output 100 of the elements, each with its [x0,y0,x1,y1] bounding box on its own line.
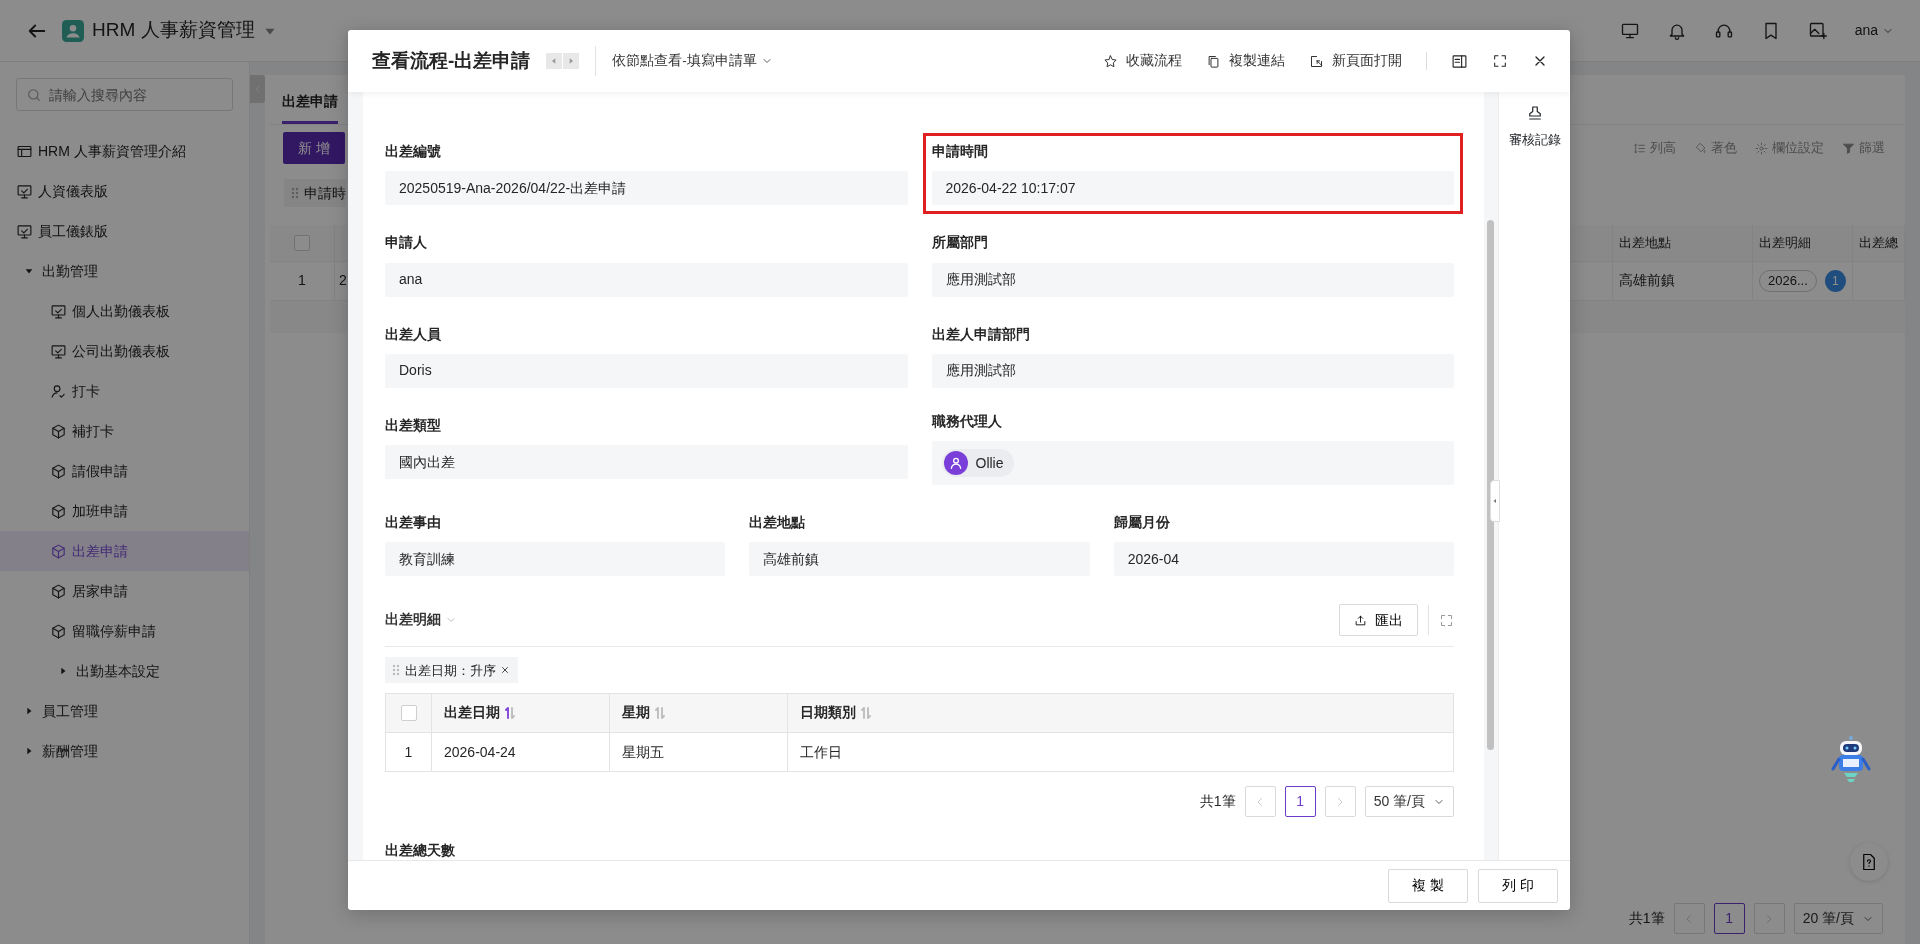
total-count: 共1筆 [1628,909,1665,928]
sidebar-item[interactable]: 人資儀表版 [0,171,249,211]
copy-link-button[interactable]: 複製連結 [1206,50,1285,72]
upload-icon [1354,613,1367,627]
gear-icon [1755,141,1768,155]
cube-icon [50,542,67,560]
page-size-select[interactable]: 20 筆/頁 [1793,903,1883,934]
expand-icon[interactable] [1492,53,1508,69]
field-value: 20250519-Ana-2026/04/22-出差申請 [385,171,908,206]
sidebar-item[interactable]: 請假申請 [0,451,249,491]
sidebar-item[interactable]: 個人出勤儀表板 [0,291,249,331]
audit-log-button[interactable]: 審核記錄 [1508,104,1561,150]
page-size-select[interactable]: 50 筆/頁 [1364,786,1454,818]
search-icon [26,87,42,103]
sort-chip[interactable]: 申請時 [284,179,346,207]
field-label: 歸屬月份 [1113,514,1171,532]
total-count: 共1筆 [1199,792,1236,812]
add-button[interactable]: 新 增 [283,132,345,164]
previous-page-button[interactable] [1244,786,1276,818]
print-button[interactable]: 列 印 [1478,868,1558,903]
field-label: 出差編號 [385,143,442,161]
favorite-button[interactable]: 收藏流程 [1103,50,1182,72]
field-label: 出差事由 [385,514,442,532]
sort-icon[interactable] [504,706,516,721]
monitor-check-icon [50,302,67,320]
scrollbar-thumb[interactable] [1487,220,1494,750]
cube-icon [50,502,67,520]
drag-handle-icon [290,186,300,200]
field-value: 應用測試部 [931,262,1454,297]
sidebar-item[interactable]: 出勤基本設定 [0,651,249,691]
collapse-button[interactable] [1490,480,1500,522]
field-value: 2026-04-22 10:17:07 [931,171,1454,206]
section-toggle[interactable]: 出差明細 [385,610,457,631]
field-label: 職務代理人 [931,412,1003,431]
drag-handle-icon [391,663,401,678]
copy-button[interactable]: 複 製 [1388,868,1468,903]
file-question-icon [1861,853,1877,871]
cube-icon [50,462,67,480]
sidebar-item[interactable]: 出差申請 [0,531,249,571]
open-new-page-button[interactable]: 新頁面打開 [1309,50,1402,72]
sidebar-item[interactable]: 打卡 [0,371,249,411]
field-label: 出差類型 [385,416,442,435]
field-value: 教育訓練 [385,542,726,577]
field-value: Doris [385,353,908,388]
sidebar-item[interactable]: 居家申請 [0,571,249,611]
logo-icon [62,19,84,42]
column-header: 出差明細 [1753,225,1853,261]
person-tag: Ollie [941,449,1014,477]
next-page-button[interactable] [1324,786,1356,818]
next-button[interactable] [563,53,580,69]
checkbox[interactable] [400,705,417,722]
filter-icon [1842,141,1855,155]
column-header: 出差地點 [1613,225,1753,261]
table-cell: 1 [270,262,335,300]
field-value: 高雄前鎮 [749,542,1090,577]
row-height-icon [1633,141,1646,155]
external-link-icon [1309,53,1324,69]
monitor-check-icon [16,222,33,240]
count-badge: 1 [1824,270,1846,292]
field-value: 應用測試部 [931,353,1454,388]
sidebar-item[interactable]: 公司出勤儀表板 [0,331,249,371]
table-cell: 2026-04-24 [432,733,610,772]
cube-icon [50,422,67,440]
column-header: 日期類別 [800,704,856,723]
user-check-icon [50,382,67,400]
sidebar-item[interactable]: 加班申請 [0,491,249,531]
field-value: 2026-04 [1113,542,1454,577]
tab[interactable]: 出差申請 [282,91,338,124]
dialog-title: 查看流程-出差申請 [372,48,531,73]
image-plus-icon[interactable] [1807,20,1828,41]
sidebar-item[interactable]: 補打卡 [0,411,249,451]
sidebar-item[interactable]: 員工儀錶版 [0,211,249,251]
search-field[interactable]: 請輸入搜尋內容 [16,78,233,111]
sidebar-item[interactable]: HRM 人事薪資管理介紹 [0,131,249,171]
user-menu[interactable]: ana [1854,20,1894,41]
app-title: HRM 人事薪資管理 [92,18,255,43]
column-header: 出差總 [1853,225,1905,261]
sidebar-item[interactable]: 留職停薪申請 [0,611,249,651]
checkbox[interactable] [294,235,310,251]
sidebar-item[interactable]: 員工管理 [0,691,249,731]
field-label: 出差人員 [385,325,442,344]
close-icon[interactable] [500,665,510,676]
paint-bucket-icon [1694,141,1707,155]
page-number-button[interactable]: 1 [1713,903,1745,934]
sidebar-item[interactable]: 出勤管理 [0,251,249,291]
side-panel-icon[interactable] [1451,52,1468,70]
table-cell: 高雄前鎮 [1613,262,1753,300]
field-label: 申請人 [385,234,428,253]
table-cell: 1 [386,733,432,772]
monitor-check-icon [16,182,33,200]
export-button[interactable]: 匯出 [1339,604,1418,637]
page-number-button[interactable]: 1 [1284,786,1316,818]
fullscreen-icon[interactable] [1439,612,1454,628]
view-dropdown[interactable]: 依節點查看-填寫申請單 [612,50,773,72]
user-avatar-icon [948,456,963,470]
sidebar-item[interactable]: 薪酬管理 [0,731,249,771]
previous-button[interactable] [546,53,563,69]
field-label: 出差總天數 [385,842,456,860]
field-value: ana [385,262,908,297]
sort-chip[interactable]: 出差日期：升序 [385,657,518,684]
